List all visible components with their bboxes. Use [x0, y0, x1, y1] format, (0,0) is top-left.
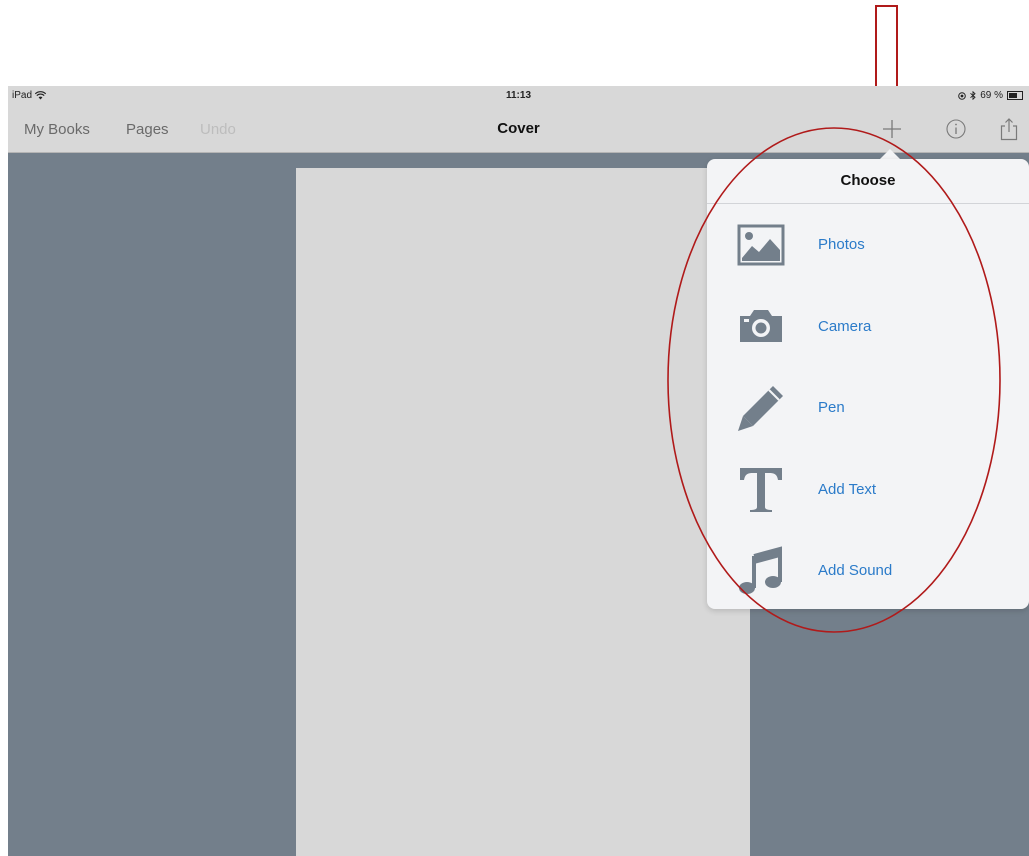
menu-item-photos[interactable]: Photos — [707, 204, 1029, 286]
battery-percent: 69 % — [980, 90, 1003, 101]
photo-icon — [733, 217, 789, 273]
share-icon[interactable] — [998, 117, 1020, 141]
info-icon[interactable] — [944, 117, 968, 141]
menu-label-add-text: Add Text — [818, 480, 877, 498]
choose-popover: Choose Photos Camera Pen Add Text Add So… — [707, 159, 1029, 609]
menu-label-pen: Pen — [818, 399, 845, 417]
menu-label-camera: Camera — [818, 317, 872, 335]
bluetooth-icon — [970, 91, 976, 100]
navigation-bar: My Books Pages Undo Cover — [8, 106, 1029, 153]
menu-label-add-sound: Add Sound — [818, 562, 893, 580]
status-time: 11:13 — [505, 90, 532, 101]
popover-title: Choose — [707, 159, 1029, 204]
menu-item-pen[interactable]: Pen — [707, 367, 1029, 449]
plus-icon[interactable] — [880, 117, 904, 141]
text-icon — [733, 461, 789, 517]
pen-icon — [733, 380, 789, 436]
book-page[interactable] — [296, 168, 750, 856]
page-title: Cover — [497, 120, 540, 137]
status-bar: iPad 11:13 69 % — [8, 86, 1029, 106]
menu-item-add-sound[interactable]: Add Sound — [707, 530, 1029, 612]
camera-icon — [733, 298, 789, 354]
menu-item-add-text[interactable]: Add Text — [707, 449, 1029, 531]
ipad-screen: iPad 11:13 69 % My Books Pages Undo Cove… — [8, 86, 1029, 856]
location-icon — [958, 91, 967, 100]
menu-label-photos: Photos — [818, 236, 865, 254]
music-note-icon — [733, 543, 789, 599]
battery-icon — [1007, 91, 1023, 100]
menu-item-camera[interactable]: Camera — [707, 286, 1029, 368]
